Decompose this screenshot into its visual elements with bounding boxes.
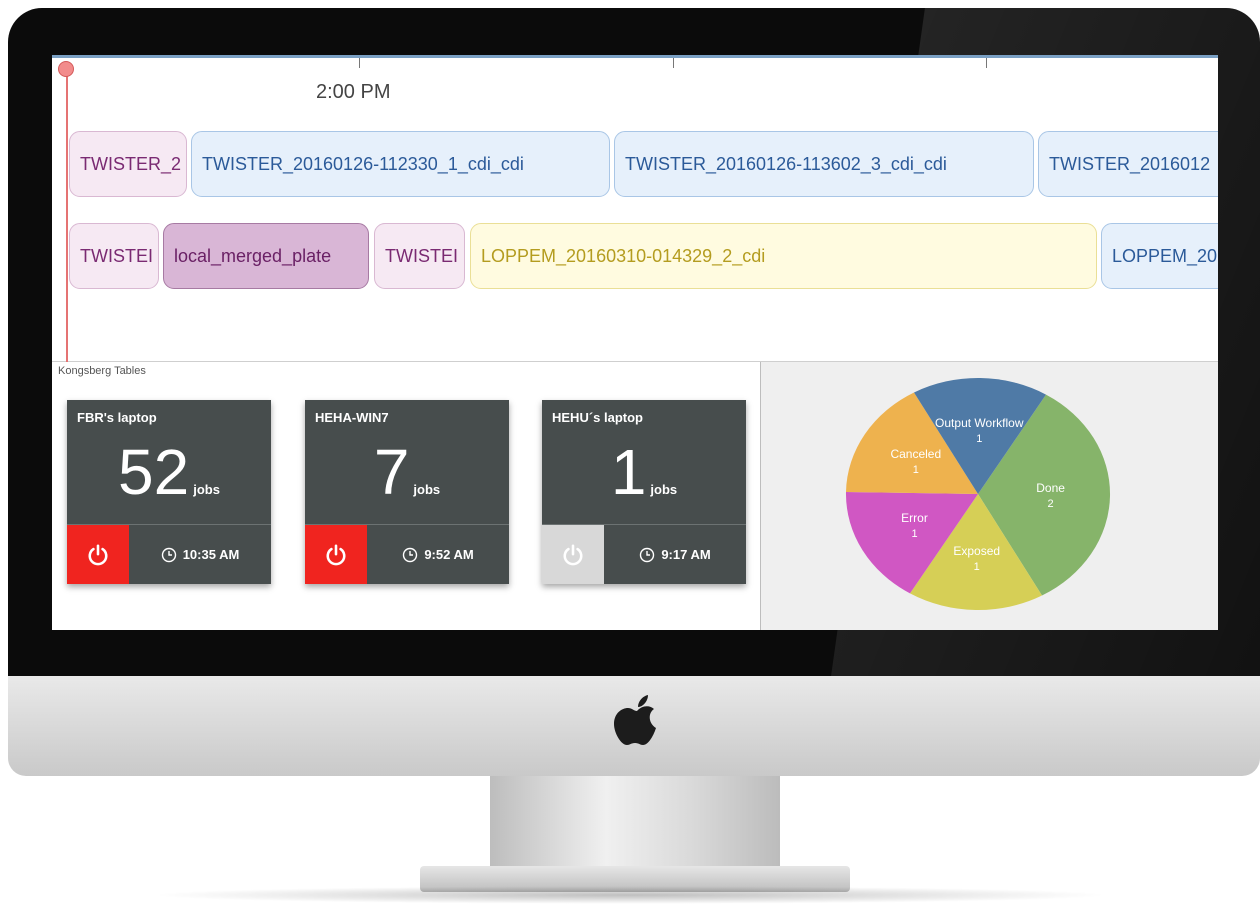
pie-slice-label: Canceled [890, 447, 941, 461]
timeline-tick [986, 58, 987, 68]
job-label: LOPPEM_20 [1112, 245, 1218, 266]
pie-slice-value: 1 [974, 561, 980, 573]
timeline-job[interactable]: LOPPEM_20 [1101, 223, 1218, 289]
job-label: TWISTEI [385, 245, 458, 266]
timeline-job[interactable]: TWISTER_2016012 [1038, 131, 1218, 197]
job-count-unit: jobs [193, 482, 220, 497]
job-count-unit: jobs [650, 482, 678, 497]
tables-section: Kongsberg Tables FBR's laptop 52 jobs 10… [52, 362, 1218, 630]
timeline-tick [359, 58, 360, 68]
table-name: HEHU´s laptop [552, 410, 643, 425]
table-name: FBR's laptop [77, 410, 157, 425]
job-timeline[interactable]: 2:00 PM TWISTER_2 TWISTER_20160126-11233… [52, 55, 1218, 629]
pie-slice-value: 1 [976, 433, 982, 445]
clock-icon [161, 547, 176, 562]
table-card[interactable]: FBR's laptop 52 jobs 10:35 AM [67, 400, 271, 584]
pie-slice-value: 1 [913, 464, 919, 476]
pie-slice-label: Error [901, 511, 928, 525]
power-icon [326, 544, 346, 565]
timeline-job[interactable]: TWISTER_20160126-112330_1_cdi_cdi [191, 131, 610, 197]
power-icon [88, 544, 108, 565]
table-name: HEHA-WIN7 [315, 410, 389, 425]
job-count-number: 7 [373, 436, 410, 508]
last-activity-time: 9:52 AM [424, 547, 474, 562]
job-label: TWISTER_2016012 [1049, 153, 1211, 174]
timeline-job[interactable]: TWISTER_20160126-113602_3_cdi_cdi [614, 131, 1034, 197]
job-status-pie-chart: Done 2 Exposed 1 Error 1 Canceled 1 Output Workf… [845, 377, 1111, 611]
timeline-job[interactable]: TWISTEI [69, 223, 159, 289]
table-card[interactable]: HEHA-WIN7 7 jobs 9:52 AM [305, 400, 509, 584]
job-label: TWISTER_20160126-112330_1_cdi_cdi [202, 153, 524, 174]
job-label: TWISTER_2 [80, 153, 182, 174]
job-label: LOPPEM_20160310-014329_2_cdi [481, 245, 766, 266]
job-label: local_merged_plate [174, 245, 332, 266]
job-status-pie-panel: Done 2 Exposed 1 Error 1 Canceled 1 Output Workf… [761, 362, 1218, 630]
table-card[interactable]: HEHU´s laptop 1 jobs 9:17 AM [542, 400, 746, 584]
job-count-number: 1 [610, 436, 647, 508]
app-screen: 2:00 PM TWISTER_2 TWISTER_20160126-11233… [52, 55, 1218, 630]
last-activity: 9:17 AM [604, 525, 746, 584]
timeline-job[interactable]: TWISTEI [374, 223, 465, 289]
last-activity-time: 9:17 AM [661, 547, 711, 562]
clock-icon [403, 547, 418, 562]
clock-icon [640, 547, 655, 562]
current-time-handle[interactable] [58, 61, 74, 77]
apple-logo-icon [614, 695, 656, 745]
timeline-job[interactable]: LOPPEM_20160310-014329_2_cdi [470, 223, 1097, 289]
pie-slice-value: 1 [911, 528, 917, 540]
job-count: 1 jobs [542, 432, 746, 512]
timeline-axis [52, 55, 1218, 58]
pie-slice-label: Output Workflow [935, 416, 1024, 430]
power-button[interactable] [305, 525, 367, 584]
last-activity: 10:35 AM [129, 525, 271, 584]
timeline-tick [673, 58, 674, 68]
section-title: Kongsberg Tables [58, 365, 146, 377]
monitor-stand-neck [490, 776, 780, 872]
monitor-shadow [150, 886, 1110, 904]
pie-slice-label: Done [1036, 481, 1065, 495]
job-label: TWISTER_20160126-113602_3_cdi_cdi [625, 153, 947, 174]
last-activity: 9:52 AM [367, 525, 509, 584]
power-button[interactable] [67, 525, 129, 584]
job-count-number: 52 [118, 436, 190, 508]
timeline-job[interactable]: TWISTER_2 [69, 131, 187, 197]
timeline-job[interactable]: local_merged_plate [163, 223, 369, 289]
last-activity-time: 10:35 AM [182, 547, 240, 562]
pie-slice-value: 2 [1048, 498, 1054, 510]
job-count: 52 jobs [67, 432, 271, 512]
job-count: 7 jobs [305, 432, 509, 512]
job-label: TWISTEI [80, 245, 153, 266]
timeline-time-label: 2:00 PM [316, 81, 391, 103]
power-button[interactable] [542, 525, 604, 584]
job-count-unit: jobs [413, 482, 441, 497]
power-icon [563, 544, 583, 565]
pie-slice-label: Exposed [953, 544, 1000, 558]
